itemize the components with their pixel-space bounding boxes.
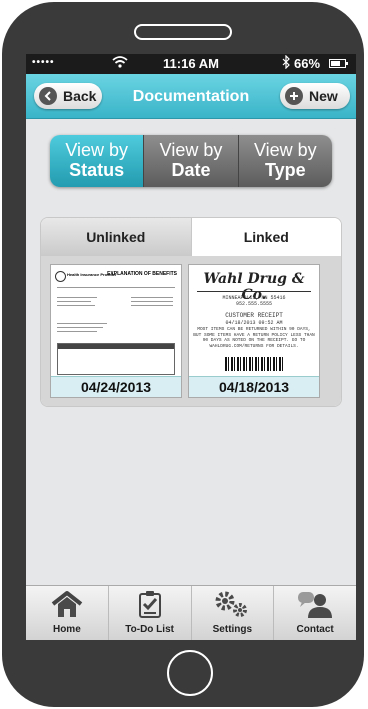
option-top-label: View by (253, 140, 317, 160)
option-top-label: View by (159, 140, 223, 160)
documents-panel: Unlinked Linked Health Insurance Provide… (40, 217, 342, 407)
tab-settings[interactable]: Settings (190, 586, 274, 640)
chat-person-icon (274, 590, 356, 618)
app-screen: ••••• 11:16 AM 66% Back Documentation Ne… (26, 54, 356, 640)
tab-label: To-Do List (125, 624, 174, 635)
insurer-logo (55, 271, 66, 282)
clipboard-check-icon (109, 590, 191, 618)
document-thumbnail-eob[interactable]: Health Insurance Provider EXPLANATION OF… (50, 264, 182, 398)
home-button[interactable] (167, 650, 213, 696)
nav-bar: Back Documentation New (26, 74, 356, 119)
tab-label: Contact (296, 624, 334, 635)
document-date: 04/24/2013 (51, 376, 181, 397)
return-policy-text: MOST ITEMS CAN BE RETURNED WITHIN 90 DAY… (193, 327, 315, 349)
store-phone: 952.555.5555 (235, 301, 272, 307)
documents-grid: Health Insurance Provider EXPLANATION OF… (41, 256, 341, 406)
barcode (225, 357, 285, 371)
tab-unlinked[interactable]: Unlinked (41, 218, 191, 256)
option-bottom-label: Status (69, 160, 125, 180)
view-by-date-option[interactable]: View by Date (143, 135, 238, 187)
tab-contact[interactable]: Contact (273, 586, 356, 640)
new-button[interactable]: New (280, 83, 350, 109)
document-thumbnail-receipt[interactable]: Wahl Drug & Co. MINNEAPOLIS, MN 55416 95… (188, 264, 320, 398)
phone-frame: ••••• 11:16 AM 66% Back Documentation Ne… (2, 2, 364, 707)
status-bar: ••••• 11:16 AM 66% (26, 54, 356, 74)
option-bottom-label: Date (171, 160, 211, 180)
receipt-datetime: 04/18/2013 09:52 AM (225, 320, 283, 326)
speaker-slot (134, 24, 232, 40)
home-icon (26, 590, 108, 618)
tab-label: Home (52, 624, 81, 635)
tab-todo-list[interactable]: To-Do List (107, 586, 191, 640)
view-by-status-option[interactable]: View by Status (50, 135, 144, 187)
tab-linked[interactable]: Linked (190, 218, 341, 256)
tab-label: Settings (212, 624, 253, 635)
option-top-label: View by (65, 140, 129, 160)
new-label: New (309, 88, 338, 104)
view-by-type-option[interactable]: View by Type (237, 135, 332, 187)
battery-icon (329, 59, 348, 68)
option-bottom-label: Type (264, 160, 306, 180)
document-date: 04/18/2013 (189, 376, 319, 397)
battery-percent: 66% (294, 56, 321, 71)
eob-heading: EXPLANATION OF BENEFITS (107, 271, 177, 277)
view-segmented-control: View by Status View by Date View by Type (50, 135, 332, 187)
bottom-tab-bar: Home To-Do List Settings Contact (26, 585, 356, 640)
link-tabs: Unlinked Linked (41, 218, 341, 256)
gears-icon (192, 590, 274, 618)
tab-home[interactable]: Home (26, 586, 108, 640)
plus-icon (285, 87, 303, 105)
bluetooth-icon (282, 54, 290, 72)
eob-table (57, 343, 175, 375)
receipt-label: CUSTOMER RECEIPT (225, 312, 283, 319)
